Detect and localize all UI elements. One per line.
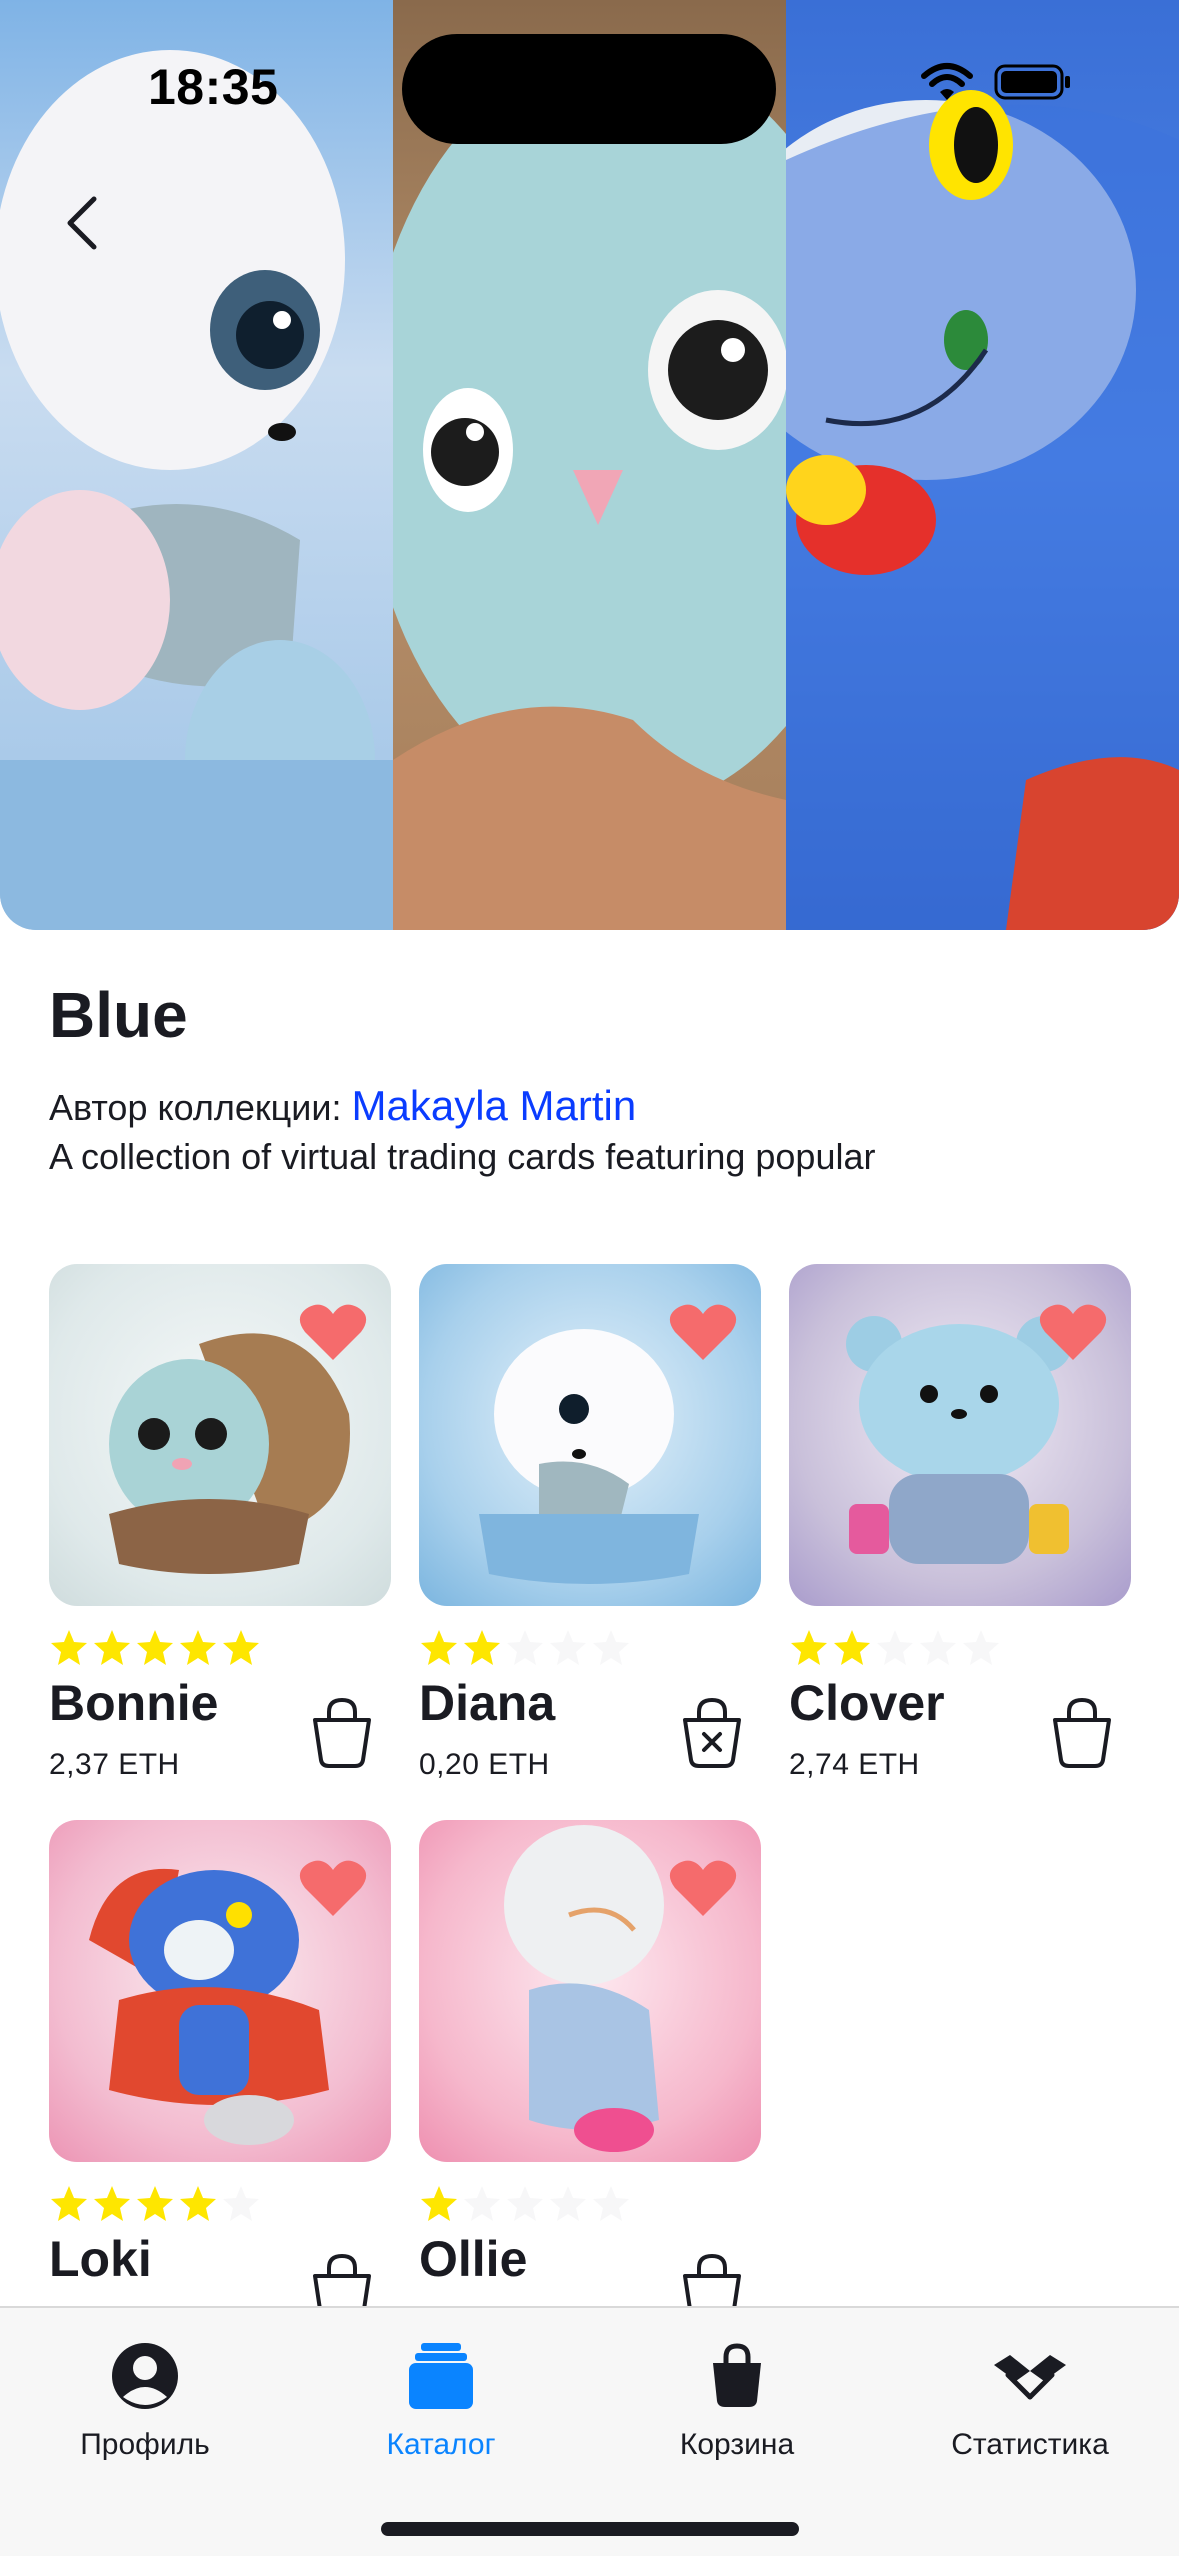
star-filled-icon <box>178 1628 218 1668</box>
nft-card-clover[interactable]: Clover 2,74 ETH <box>789 1264 1131 1781</box>
nft-image <box>419 1820 761 2162</box>
nft-name: Ollie <box>419 2231 528 2287</box>
tab-label: Статистика <box>951 2428 1109 2461</box>
star-filled-icon <box>49 1628 89 1668</box>
author-line: Автор коллекции: Makayla Martin <box>49 1082 636 1130</box>
like-button[interactable] <box>1039 1302 1107 1362</box>
star-empty-icon <box>505 1628 545 1668</box>
tab-label: Каталог <box>386 2428 496 2461</box>
rating-stars <box>419 2184 631 2224</box>
like-button[interactable] <box>299 1302 367 1362</box>
dynamic-island <box>402 34 776 144</box>
star-empty-icon <box>221 2184 261 2224</box>
cart-remove-icon <box>677 1697 747 1774</box>
collection-description: A collection of virtual trading cards fe… <box>49 1136 876 1177</box>
nft-name: Diana <box>419 1675 556 1731</box>
back-button[interactable] <box>52 180 112 270</box>
nft-image <box>419 1264 761 1606</box>
star-empty-icon <box>875 1628 915 1668</box>
heart-icon <box>669 1304 737 1366</box>
nft-card-loki[interactable]: Loki <box>49 1820 391 2324</box>
nft-name: Bonnie <box>49 1675 219 1731</box>
battery-icon <box>994 62 1072 107</box>
star-empty-icon <box>548 1628 588 1668</box>
star-empty-icon <box>462 2184 502 2224</box>
heart-icon <box>669 1860 737 1922</box>
profile-icon <box>110 2336 180 2416</box>
star-empty-icon <box>961 1628 1001 1668</box>
cart-add-icon <box>1047 1697 1117 1774</box>
cart-add-icon <box>307 1697 377 1774</box>
chevron-left-icon <box>64 195 100 256</box>
like-button[interactable] <box>299 1858 367 1918</box>
collection-title: Blue <box>49 979 188 1051</box>
add-to-cart-button[interactable] <box>307 1694 377 1770</box>
wifi-icon <box>920 62 974 107</box>
nft-image <box>789 1264 1131 1606</box>
add-to-cart-button[interactable] <box>1047 1694 1117 1770</box>
star-empty-icon <box>918 1628 958 1668</box>
star-filled-icon <box>92 1628 132 1668</box>
rating-stars <box>49 1628 261 1668</box>
star-filled-icon <box>135 2184 175 2224</box>
rating-stars <box>49 2184 261 2224</box>
star-filled-icon <box>462 1628 502 1668</box>
catalog-icon <box>409 2336 473 2416</box>
tab-bar: Профиль Каталог Корзина Статистика <box>0 2306 1179 2556</box>
star-filled-icon <box>49 2184 89 2224</box>
star-filled-icon <box>221 1628 261 1668</box>
like-button[interactable] <box>669 1302 737 1362</box>
nft-name: Loki <box>49 2231 152 2287</box>
star-filled-icon <box>419 1628 459 1668</box>
star-filled-icon <box>135 1628 175 1668</box>
star-empty-icon <box>591 1628 631 1668</box>
status-icons <box>920 62 1072 107</box>
author-link[interactable]: Makayla Martin <box>352 1082 637 1129</box>
tab-label: Корзина <box>679 2428 795 2461</box>
nft-card-ollie[interactable]: Ollie <box>419 1820 761 2324</box>
nft-image <box>49 1820 391 2162</box>
nft-price: 2,74 ETH <box>789 1748 920 1781</box>
nft-price: 2,37 ETH <box>49 1748 180 1781</box>
cart-icon <box>709 2336 765 2416</box>
rating-stars <box>789 1628 1001 1668</box>
heart-icon <box>299 1304 367 1366</box>
star-filled-icon <box>419 2184 459 2224</box>
nft-card-bonnie[interactable]: Bonnie 2,37 ETH <box>49 1264 391 1781</box>
remove-from-cart-button[interactable] <box>677 1694 747 1770</box>
nft-name: Clover <box>789 1675 945 1731</box>
heart-icon <box>1039 1304 1107 1366</box>
tab-catalog[interactable]: Каталог <box>311 2308 571 2508</box>
cover-image-bunny <box>0 0 393 930</box>
tab-statistics[interactable]: Статистика <box>900 2308 1160 2508</box>
nft-image <box>49 1264 391 1606</box>
star-filled-icon <box>789 1628 829 1668</box>
author-label: Автор коллекции: <box>49 1087 342 1128</box>
star-empty-icon <box>548 2184 588 2224</box>
tab-label: Профиль <box>80 2428 210 2461</box>
star-filled-icon <box>832 1628 872 1668</box>
cover-image-cat <box>786 0 1179 930</box>
statistics-icon <box>990 2336 1070 2416</box>
home-indicator <box>381 2522 799 2536</box>
star-filled-icon <box>92 2184 132 2224</box>
status-time: 18:35 <box>148 59 279 115</box>
rating-stars <box>419 1628 631 1668</box>
star-filled-icon <box>178 2184 218 2224</box>
heart-icon <box>299 1860 367 1922</box>
nft-card-diana[interactable]: Diana 0,20 ETH <box>419 1264 761 1781</box>
tab-profile[interactable]: Профиль <box>15 2308 275 2508</box>
tab-cart[interactable]: Корзина <box>607 2308 867 2508</box>
star-empty-icon <box>591 2184 631 2224</box>
star-empty-icon <box>505 2184 545 2224</box>
nft-price: 0,20 ETH <box>419 1748 550 1781</box>
like-button[interactable] <box>669 1858 737 1918</box>
